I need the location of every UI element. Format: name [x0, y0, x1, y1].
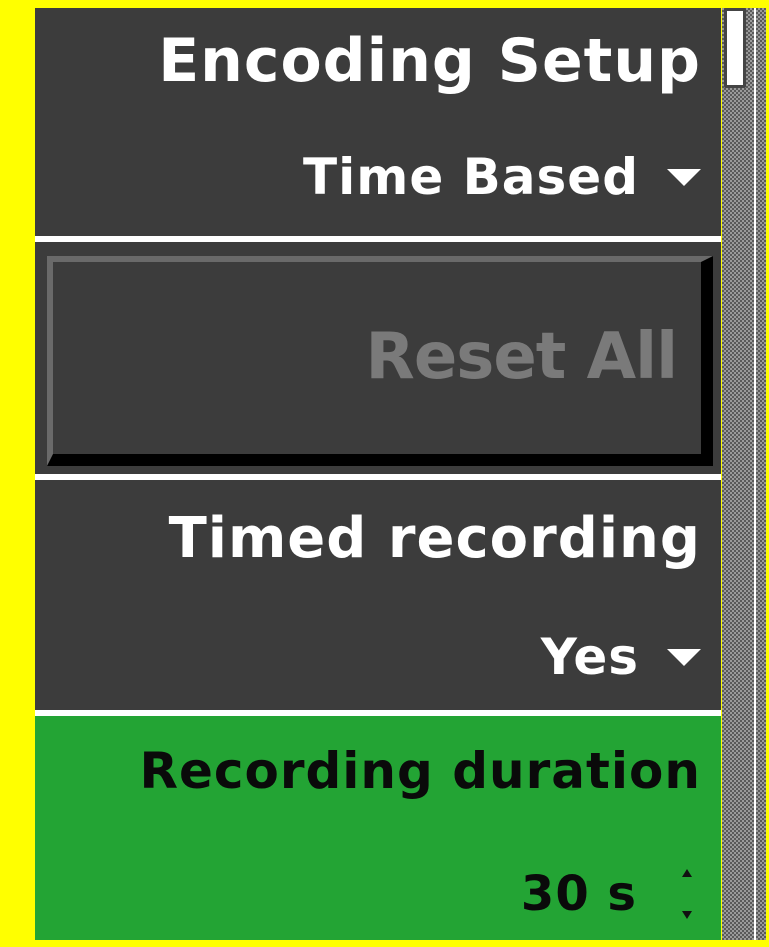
- divider: [35, 236, 721, 242]
- encoding-setup-title: Encoding Setup: [158, 26, 701, 96]
- reset-all-button[interactable]: Reset All: [47, 256, 713, 466]
- settings-panel: Encoding Setup Time Based Reset All Time…: [35, 8, 721, 940]
- timed-recording-section: Timed recording Yes: [35, 480, 721, 710]
- recording-duration-section: Recording duration 30 s: [35, 716, 721, 940]
- scrollbar-thumb[interactable]: [724, 8, 746, 88]
- reset-all-label: Reset All: [365, 320, 678, 394]
- encoding-setup-section: Encoding Setup Time Based: [35, 8, 721, 236]
- window-frame: Encoding Setup Time Based Reset All Time…: [0, 0, 769, 947]
- encoding-mode-value: Time Based: [303, 148, 639, 206]
- scrollbar-track: [754, 8, 766, 940]
- increment-icon[interactable]: [682, 869, 692, 877]
- vertical-scrollbar[interactable]: [722, 8, 766, 940]
- recording-duration-value: 30 s: [520, 866, 637, 922]
- recording-duration-spinbox[interactable]: 30 s: [521, 866, 697, 922]
- decrement-icon[interactable]: [682, 911, 692, 919]
- chevron-down-icon: [667, 648, 701, 666]
- timed-recording-title: Timed recording: [168, 506, 701, 571]
- encoding-mode-dropdown[interactable]: Time Based: [303, 148, 701, 206]
- timed-recording-dropdown[interactable]: Yes: [541, 628, 701, 686]
- recording-duration-title: Recording duration: [139, 742, 701, 800]
- timed-recording-value: Yes: [540, 628, 639, 686]
- chevron-down-icon: [667, 168, 701, 186]
- up-down-spinner-icon[interactable]: [677, 869, 697, 919]
